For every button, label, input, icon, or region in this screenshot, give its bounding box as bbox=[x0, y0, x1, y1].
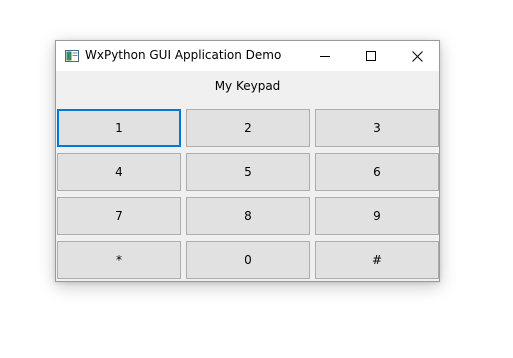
keypad-heading: My Keypad bbox=[214, 79, 281, 93]
key-hash[interactable]: # bbox=[315, 241, 439, 279]
window-title: WxPython GUI Application Demo bbox=[85, 48, 282, 62]
key-5[interactable]: 5 bbox=[186, 153, 310, 191]
key-9[interactable]: 9 bbox=[315, 197, 439, 235]
close-icon bbox=[411, 50, 423, 62]
keypad-grid: 1 2 3 4 5 6 7 8 9 * 0 # bbox=[57, 109, 440, 281]
minimize-icon bbox=[320, 56, 330, 57]
key-3[interactable]: 3 bbox=[315, 109, 439, 147]
app-icon bbox=[65, 50, 79, 62]
app-window: WxPython GUI Application Demo My Keypad … bbox=[55, 40, 440, 282]
key-star[interactable]: * bbox=[57, 241, 181, 279]
key-4[interactable]: 4 bbox=[57, 153, 181, 191]
key-2[interactable]: 2 bbox=[186, 109, 310, 147]
key-0[interactable]: 0 bbox=[186, 241, 310, 279]
key-6[interactable]: 6 bbox=[315, 153, 439, 191]
key-7[interactable]: 7 bbox=[57, 197, 181, 235]
title-bar[interactable]: WxPython GUI Application Demo bbox=[56, 41, 439, 71]
maximize-icon bbox=[366, 51, 376, 61]
key-8[interactable]: 8 bbox=[186, 197, 310, 235]
key-1[interactable]: 1 bbox=[57, 109, 181, 147]
close-button[interactable] bbox=[394, 41, 440, 71]
maximize-button[interactable] bbox=[348, 41, 394, 71]
minimize-button[interactable] bbox=[302, 41, 348, 71]
